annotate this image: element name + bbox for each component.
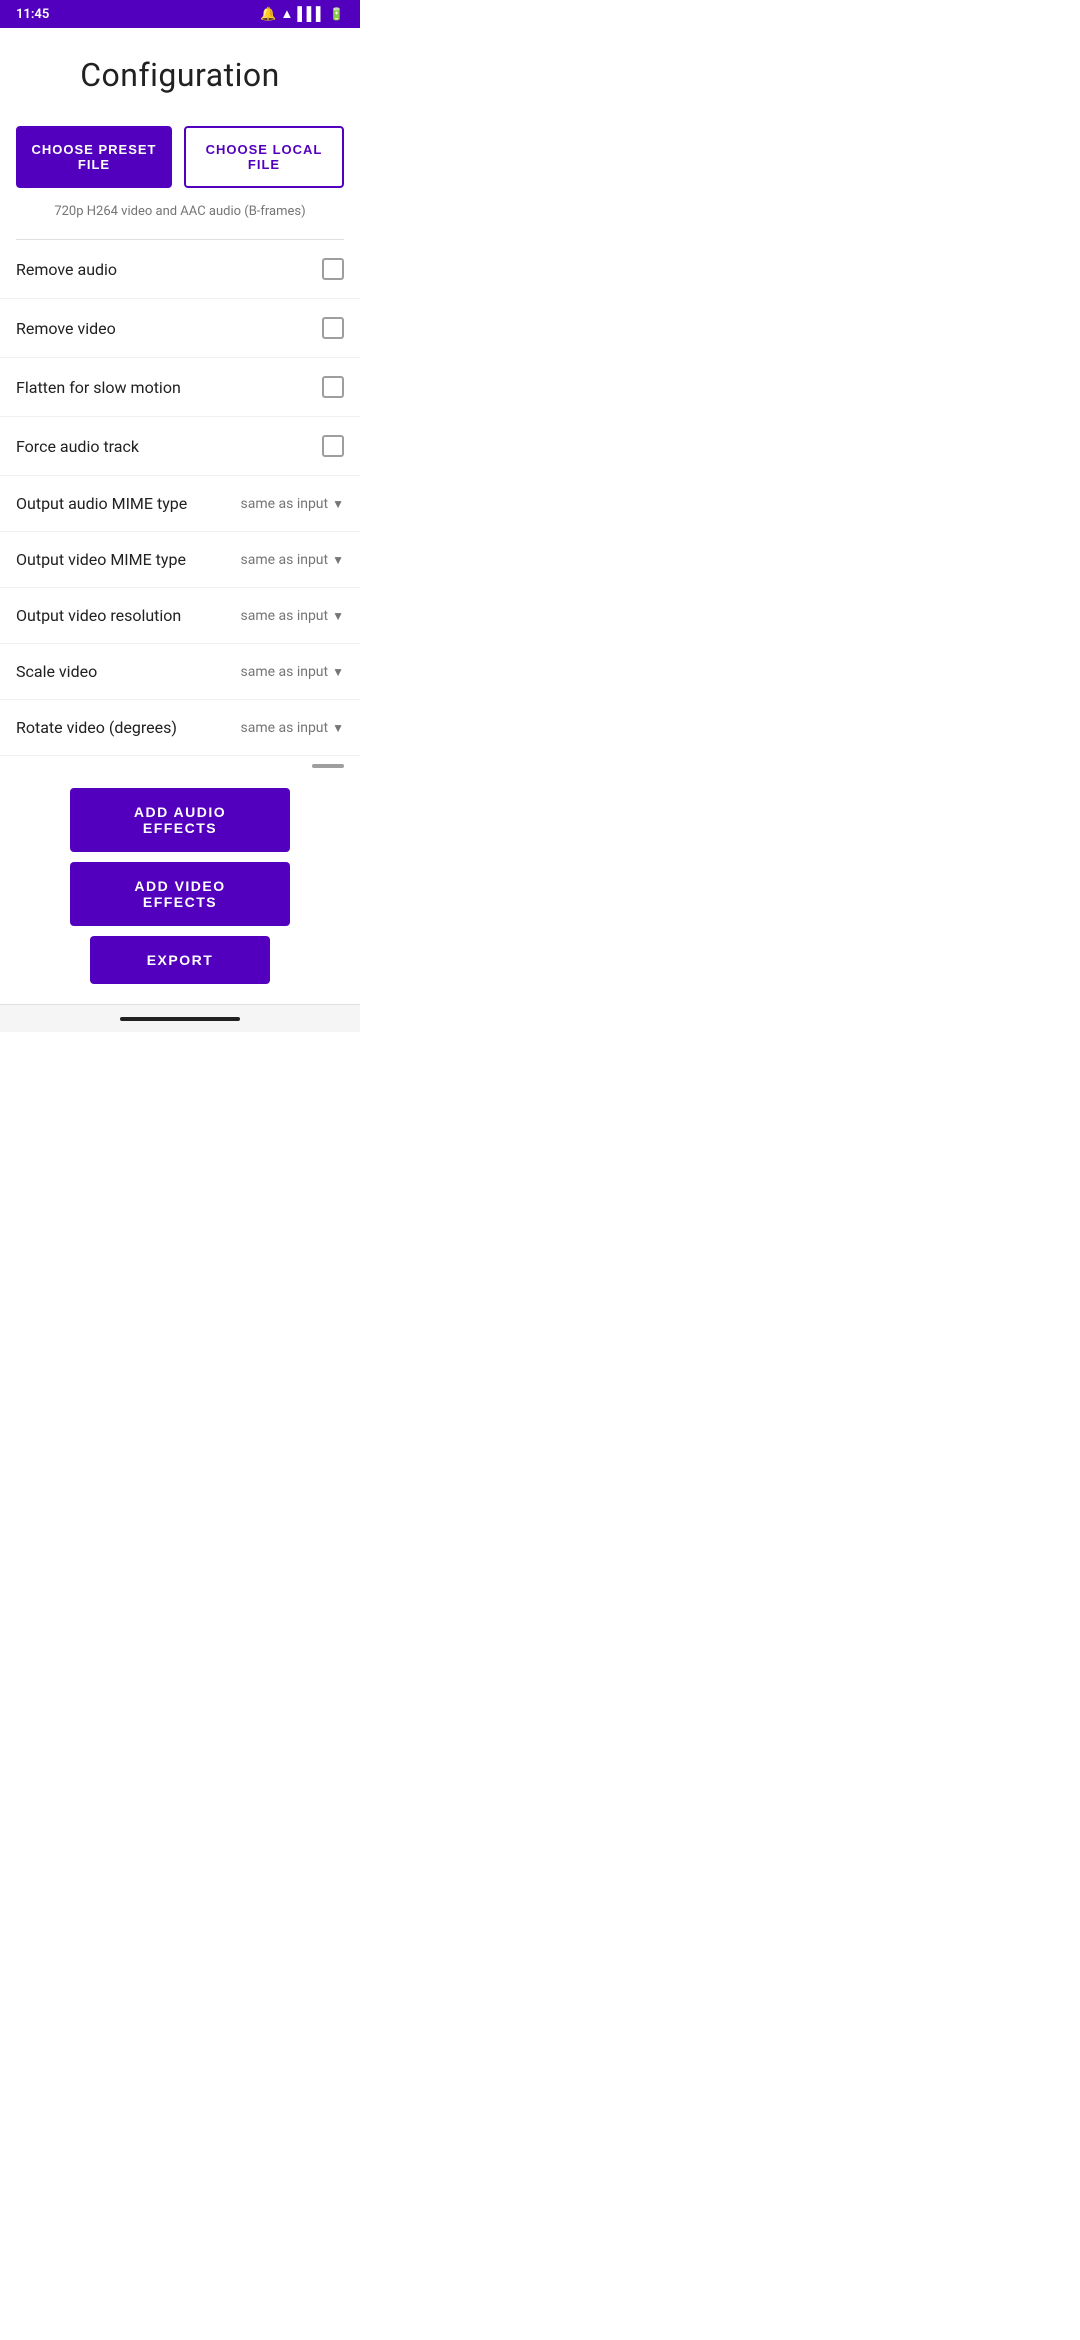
dropdown-row-audio-mime[interactable]: Output audio MIME type same as input ▼	[0, 476, 360, 532]
option-row-remove-video: Remove video	[0, 299, 360, 358]
video-mime-chevron-icon: ▼	[332, 553, 344, 567]
option-row-force-audio: Force audio track	[0, 417, 360, 476]
video-resolution-label: Output video resolution	[16, 606, 240, 625]
scale-video-value[interactable]: same as input ▼	[240, 664, 344, 680]
dropdown-options: Output audio MIME type same as input ▼ O…	[0, 476, 360, 756]
option-row-flatten: Flatten for slow motion	[0, 358, 360, 417]
audio-mime-label: Output audio MIME type	[16, 494, 240, 513]
add-audio-effects-button[interactable]: ADD AUDIO EFFECTS	[70, 788, 290, 852]
nav-indicator	[120, 1017, 240, 1021]
video-mime-value[interactable]: same as input ▼	[240, 552, 344, 568]
force-audio-label: Force audio track	[16, 437, 322, 456]
scale-video-chevron-icon: ▼	[332, 665, 344, 679]
dropdown-row-scale-video[interactable]: Scale video same as input ▼	[0, 644, 360, 700]
wifi-icon: ▲	[281, 6, 294, 22]
scale-video-label: Scale video	[16, 662, 240, 681]
remove-video-checkbox[interactable]	[322, 317, 344, 339]
export-button[interactable]: EXPORT	[90, 936, 270, 984]
force-audio-checkbox[interactable]	[322, 435, 344, 457]
flatten-label: Flatten for slow motion	[16, 378, 322, 397]
checkbox-options: Remove audio Remove video Flatten for sl…	[0, 240, 360, 476]
video-resolution-value[interactable]: same as input ▼	[240, 608, 344, 624]
signal-icon: ▌▌▌	[297, 6, 325, 22]
dropdown-row-video-mime[interactable]: Output video MIME type same as input ▼	[0, 532, 360, 588]
video-mime-label: Output video MIME type	[16, 550, 240, 569]
rotate-video-label: Rotate video (degrees)	[16, 718, 240, 737]
dropdown-row-rotate-video[interactable]: Rotate video (degrees) same as input ▼	[0, 700, 360, 756]
add-video-effects-button[interactable]: ADD VIDEO EFFECTS	[70, 862, 290, 926]
rotate-video-chevron-icon: ▼	[332, 721, 344, 735]
drag-handle-bar	[312, 764, 344, 768]
video-resolution-text: same as input	[240, 608, 328, 624]
remove-audio-checkbox[interactable]	[322, 258, 344, 280]
video-resolution-chevron-icon: ▼	[332, 609, 344, 623]
audio-mime-text: same as input	[240, 496, 328, 512]
remove-video-label: Remove video	[16, 319, 322, 338]
option-row-remove-audio: Remove audio	[0, 240, 360, 299]
audio-mime-chevron-icon: ▼	[332, 497, 344, 511]
status-time: 11:45	[16, 7, 49, 22]
page-title: Configuration	[16, 56, 344, 94]
dropdown-row-video-resolution[interactable]: Output video resolution same as input ▼	[0, 588, 360, 644]
audio-mime-value[interactable]: same as input ▼	[240, 496, 344, 512]
status-bar: 11:45 🔔 ▲ ▌▌▌ 🔋	[0, 0, 360, 28]
nav-bar	[0, 1004, 360, 1032]
choose-preset-button[interactable]: CHOOSE PRESET FILE	[16, 126, 172, 188]
rotate-video-value[interactable]: same as input ▼	[240, 720, 344, 736]
button-row: CHOOSE PRESET FILE CHOOSE LOCAL FILE	[0, 110, 360, 196]
video-mime-text: same as input	[240, 552, 328, 568]
flatten-checkbox[interactable]	[322, 376, 344, 398]
remove-audio-label: Remove audio	[16, 260, 322, 279]
drag-handle-area	[0, 756, 360, 772]
status-icons: 🔔 ▲ ▌▌▌ 🔋	[260, 6, 344, 22]
app-header: Configuration	[0, 28, 360, 110]
battery-icon: 🔋	[329, 7, 344, 21]
rotate-video-text: same as input	[240, 720, 328, 736]
scale-video-text: same as input	[240, 664, 328, 680]
notification-icon: 🔔	[260, 7, 276, 22]
subtitle: 720p H264 video and AAC audio (B-frames)	[0, 196, 360, 239]
action-buttons: ADD AUDIO EFFECTS ADD VIDEO EFFECTS EXPO…	[0, 772, 360, 1004]
choose-local-button[interactable]: CHOOSE LOCAL FILE	[184, 126, 344, 188]
